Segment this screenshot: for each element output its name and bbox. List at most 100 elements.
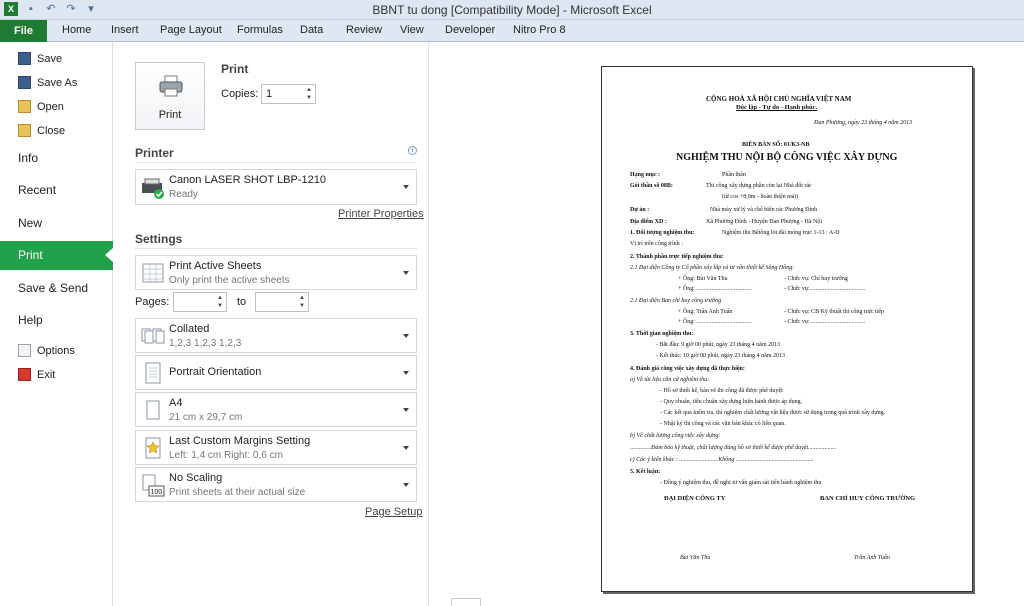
folder-open-icon [18,100,31,113]
doc-text: - Các kết quả kiểm tra, thí nghiệm chất … [660,410,886,416]
doc-signer-name: Bùi Văn Thu [680,555,711,561]
pages-label: Pages: [135,296,170,308]
doc-text: a) Về tài liệu căn cứ nghiệm thu: [630,377,710,383]
tab-nitro-pro[interactable]: Nitro Pro 8 [513,24,566,36]
chevron-down-icon [403,185,409,189]
doc-text: - Chức vụ: CB Kỹ thuật thi công trực tiế… [784,309,884,315]
doc-text: Vị trí trên công trình : [630,241,683,247]
info-icon[interactable]: i [408,146,417,155]
nav-open[interactable]: Open [18,100,64,113]
tab-developer[interactable]: Developer [445,24,495,36]
printer-properties-link[interactable]: Printer Properties [338,208,424,220]
chevron-down-icon [403,407,409,412]
print-button[interactable]: Print [135,62,205,130]
window-title: BBNT tu dong [Compatibility Mode] - Micr… [372,3,652,17]
chevron-down-icon [403,270,409,275]
doc-text: c) Các ý kiến khác : ...................… [630,457,814,463]
tab-view[interactable]: View [400,24,424,36]
print-settings-panel: Print Print Copies: 1 ▲ ▼ Printer i Canon… [113,42,429,606]
doc-text: + Ông: .................................… [678,319,752,325]
stepper-arrows-icon[interactable]: ▲ ▼ [216,294,224,310]
tab-review[interactable]: Review [346,24,382,36]
nav-save-send[interactable]: Save & Send [0,274,113,303]
doc-label: Địa điểm XD : [630,219,667,225]
doc-text: - Chức vụ: Chỉ huy trưởng [784,276,848,282]
doc-value: Nhà máy xử lý và chế biến rác Phương Đìn… [710,207,818,213]
nav-print[interactable]: Print [0,241,114,270]
save-as-icon [18,76,31,89]
doc-text: - Kết thúc: 10 giờ 00 phút, ngày 23 thán… [656,353,785,359]
nav-close[interactable]: Close [18,124,65,137]
printer-icon [159,75,183,97]
doc-header-2: Độc lập - Tự do - Hạnh phúc. [736,104,818,111]
doc-text: - Quy chuẩn, tiêu chuẩn xây dựng hiện hà… [660,399,803,405]
paper-size-dropdown[interactable]: A4 21 cm x 29,7 cm [135,392,417,427]
nav-recent[interactable]: Recent [0,176,113,205]
exit-icon [18,368,31,381]
pages-from-input[interactable]: ▲ ▼ [173,292,227,312]
printer-dropdown[interactable]: Canon LASER SHOT LBP-1210 Ready [135,169,417,205]
portrait-page-icon [145,362,161,384]
doc-text: ..............Đảm bảo kỹ thuật, chất lượ… [630,445,837,451]
doc-text: 2.1 Đại diện Ban chỉ huy công trường [630,298,722,304]
tab-formulas[interactable]: Formulas [237,24,283,36]
nav-save-as[interactable]: Save As [18,76,77,89]
margins-dropdown[interactable]: Last Custom Margins Setting Left: 1,4 cm… [135,430,417,465]
nav-new[interactable]: New [0,209,113,238]
tab-page-layout[interactable]: Page Layout [160,24,222,36]
doc-text: - Hồ sơ thiết kế, bản vẽ thi công đã đượ… [660,388,783,394]
doc-text: b) Về chất lượng công việc xây dựng: [630,433,721,439]
print-heading: Print [221,62,249,76]
nav-info[interactable]: Info [0,144,113,173]
doc-text: - Bắt đầu: 9 giờ 00 phút, ngày 23 tháng … [656,342,780,348]
copies-label: Copies: [221,88,259,100]
doc-value: (từ cos +8,0m - hoàn thiện mái) [722,194,799,200]
collate-dropdown[interactable]: Collated 1,2,3 1,2,3 1,2,3 [135,318,417,353]
copies-stepper[interactable]: 1 ▲ ▼ [261,84,316,104]
chevron-down-icon [403,333,409,338]
chevron-down-icon [403,482,409,487]
paper-icon [146,400,160,420]
doc-label: Gói thầu số 08B: [630,183,673,189]
pages-to-input[interactable]: ▲ ▼ [255,292,309,312]
stepper-arrows-icon[interactable]: ▲ ▼ [298,294,306,310]
doc-text: + Ông: .................................… [678,286,752,292]
doc-date: Đan Phượng, ngày 23 tháng 4 năm 2013 [814,120,913,126]
tab-insert[interactable]: Insert [111,24,139,36]
margins-icon [145,437,161,459]
nav-options[interactable]: Options [18,344,75,357]
printer-status-icon [142,178,164,199]
doc-text: - Chức vụ:..............................… [784,319,866,325]
ribbon-tabs: Home Insert Page Layout Formulas Data Re… [0,20,1024,42]
doc-number: BIÊN BẢN SỐ: 01/K3-NB [742,142,810,148]
stepper-arrows-icon[interactable]: ▲ ▼ [305,86,313,102]
doc-text: 2.1 Đại diện Công ty Cổ phần xây lắp và … [630,265,795,271]
orientation-dropdown[interactable]: Portrait Orientation [135,355,417,390]
backstage-nav: Save Save As Open Close Info Recent New … [0,42,114,606]
doc-signer-name: Trần Anh Tuấn [854,555,890,561]
divider [135,162,417,163]
print-what-dropdown[interactable]: Print Active Sheets Only print the activ… [135,255,417,290]
tab-file[interactable]: File [0,20,47,42]
nav-help[interactable]: Help [0,306,113,335]
page-navigation[interactable] [451,598,481,606]
scaling-dropdown[interactable]: 100 No Scaling Print sheets at their act… [135,467,417,502]
settings-heading: Settings [135,232,183,246]
save-icon [18,52,31,65]
divider [135,248,417,249]
doc-section: 4. Đánh giá công việc xây dựng đã thực h… [630,366,745,372]
collated-icon [141,328,165,344]
doc-value: Xã Phương Đình - Huyện Đan Phượng - Hà N… [706,219,823,225]
svg-text:100: 100 [151,489,163,496]
tab-home[interactable]: Home [62,24,91,36]
print-preview: CỘNG HOÀ XÃ HỘI CHỦ NGHĨA VIỆT NAM Độc l… [429,42,1024,606]
page-preview: CỘNG HOÀ XÃ HỘI CHỦ NGHĨA VIỆT NAM Độc l… [601,66,973,592]
no-scaling-icon: 100 [142,474,165,497]
doc-title: NGHIỆM THU NỘI BỘ CÔNG VIỆC XÂY DỰNG [676,152,898,163]
tab-data[interactable]: Data [300,24,323,36]
page-setup-link[interactable]: Page Setup [365,506,423,518]
doc-text: - Đồng ý nghiệm thu, đề nghị tư vấn giám… [660,480,822,486]
nav-exit[interactable]: Exit [18,368,55,381]
nav-save[interactable]: Save [18,52,62,65]
doc-text: + Ông: Bùi Văn Thu [678,276,728,282]
